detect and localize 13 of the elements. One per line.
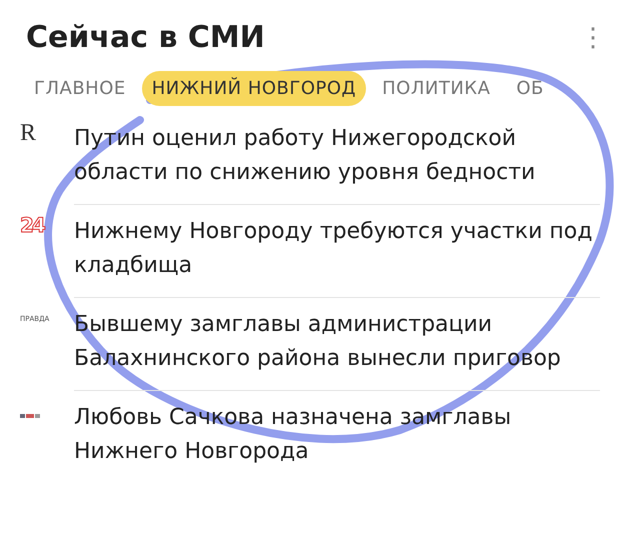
news-headline[interactable]: Бывшему замглавы администрации Балахнинского района вынесли приговор — [74, 308, 594, 376]
category-tab[interactable]: НИЖНИЙ НОВГОРОД — [142, 71, 366, 106]
category-tab[interactable]: ПОЛИТИКА — [372, 71, 500, 106]
menu-icon[interactable]: ⋮ — [580, 22, 606, 52]
news-headline[interactable]: Путин оценил работу Нижегородской области по снижению уровня бедности — [74, 122, 594, 190]
category-tab[interactable]: ОБ — [506, 71, 554, 106]
news-headline[interactable]: Нижнему Новгороду требуются участки под кладбища — [74, 215, 594, 283]
category-tab[interactable]: ГЛАВНОЕ — [24, 71, 136, 106]
section-title: Сейчас в СМИ — [26, 20, 265, 55]
source-logo: 24 — [20, 213, 44, 237]
source-logo-icon — [20, 413, 40, 419]
source-logo: R — [20, 120, 36, 146]
news-headline[interactable]: Любовь Сачкова назначена замглавы Нижнего Новгорода — [74, 401, 594, 469]
